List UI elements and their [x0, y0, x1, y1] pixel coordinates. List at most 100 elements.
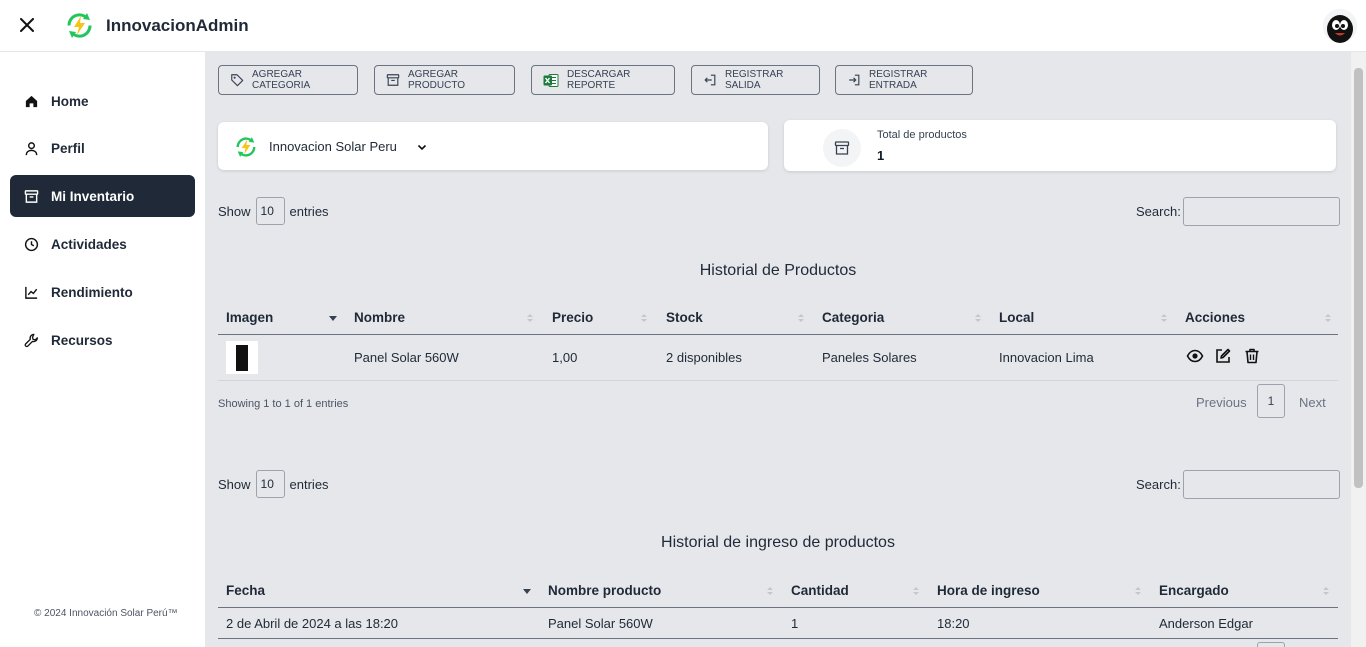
column-header-fecha[interactable]: Fecha [226, 574, 265, 607]
products-length-select[interactable]: 10 [255, 197, 285, 225]
column-header-acciones[interactable]: Acciones [1185, 301, 1245, 334]
registrar-salida-button[interactable]: REGISTRAR SALIDA [691, 65, 820, 95]
sidebar-item-label: Rendimiento [51, 284, 133, 300]
clock-icon [22, 235, 40, 253]
sort-icon [767, 587, 773, 595]
agregar-producto-button[interactable]: AGREGAR PRODUCTO [374, 65, 515, 95]
sidebar-item-recursos[interactable]: Recursos [10, 319, 195, 361]
brand-name: InnovacionAdmin [106, 16, 249, 35]
sort-icon [527, 314, 533, 322]
product-name-cell: Panel Solar 560W [354, 350, 459, 365]
ingreso-fecha-cell: 2 de Abril de 2024 a las 18:20 [226, 616, 399, 631]
avatar[interactable] [1323, 9, 1357, 43]
ingresos-length-select[interactable]: 10 [255, 470, 285, 498]
column-header-hora-de-ingreso[interactable]: Hora de ingreso [937, 574, 1040, 607]
product-stock-cell: 2 disponibles [666, 350, 742, 365]
sort-desc-icon [329, 316, 337, 321]
ingresos-search-input[interactable] [1182, 470, 1340, 499]
sidebar: Home Perfil Mi Inventario Actividades Re… [0, 52, 205, 647]
archive-icon [823, 129, 861, 167]
total-products-value: 1 [877, 148, 885, 163]
sort-icon [1323, 587, 1329, 595]
sidebar-item-label: Perfil [51, 140, 85, 156]
top-bar: InnovacionAdmin [0, 0, 1366, 52]
products-table-title: Historial de Productos [699, 262, 857, 279]
column-header-nombre[interactable]: Nombre [354, 301, 405, 334]
column-header-nombre-producto[interactable]: Nombre producto [548, 574, 661, 607]
button-label: REGISTRAR ENTRADA [869, 69, 928, 91]
sidebar-item-home[interactable]: Home [10, 80, 195, 122]
sidebar-item-rendimiento[interactable]: Rendimiento [10, 271, 195, 313]
registrar-entrada-button[interactable]: REGISTRAR ENTRADA [835, 65, 973, 95]
search-label: Search: [1136, 204, 1181, 219]
ingresos-table-title: Historial de ingreso de productos [661, 534, 895, 551]
column-header-cantidad[interactable]: Cantidad [791, 574, 849, 607]
products-search-input[interactable] [1182, 197, 1340, 226]
product-price-cell: 1,00 [552, 350, 578, 365]
eye-icon[interactable] [1186, 347, 1204, 365]
scrollbar[interactable] [1351, 52, 1366, 647]
product-local-cell: Innovacion Lima [999, 350, 1094, 365]
column-header-local[interactable]: Local [999, 301, 1034, 334]
chevron-down-icon[interactable] [415, 140, 429, 154]
column-header-precio[interactable]: Precio [552, 301, 593, 334]
ingresos-page-button[interactable] [1257, 642, 1285, 647]
ingresos-length-control: Show 10 entries [218, 470, 329, 498]
entries-label: entries [289, 203, 329, 219]
products-length-control: Show 10 entries [218, 197, 329, 225]
trash-icon[interactable] [1243, 347, 1261, 365]
sidebar-item-mi-inventario[interactable]: Mi Inventario [10, 175, 195, 217]
product-category-cell: Paneles Solares [822, 350, 917, 365]
edit-icon[interactable] [1214, 347, 1232, 365]
company-logo-icon [233, 134, 259, 160]
column-header-categoria[interactable]: Categoria [822, 301, 884, 334]
ingreso-hora-cell: 18:20 [937, 616, 970, 631]
column-header-encargado[interactable]: Encargado [1159, 574, 1229, 607]
sort-desc-icon [523, 589, 531, 594]
show-label: Show [218, 203, 251, 219]
close-icon[interactable] [16, 14, 38, 36]
copyright-text: © 2024 Innovación Solar Perú™ [34, 608, 178, 619]
table-row: Panel Solar 560W 1,00 2 disponibles Pane… [218, 335, 1338, 381]
ingresos-search-control: Search: [1136, 470, 1340, 499]
ingreso-cantidad-cell: 1 [791, 616, 799, 631]
products-table-info: Showing 1 to 1 of 1 entries [218, 398, 349, 410]
logout-icon [703, 72, 717, 88]
products-search-control: Search: [1136, 197, 1340, 226]
company-selector-card[interactable]: Innovacion Solar Peru [218, 122, 768, 170]
scrollbar-thumb[interactable] [1354, 68, 1363, 488]
sort-icon [1325, 314, 1331, 322]
company-name: Innovacion Solar Peru [269, 139, 397, 154]
sort-icon [1135, 587, 1141, 595]
button-label: REGISTRAR SALIDA [725, 69, 784, 91]
descargar-reporte-button[interactable]: DESCARGAR REPORTE [531, 65, 675, 95]
agregar-categoria-button[interactable]: AGREGAR CATEGORIA [218, 65, 358, 95]
previous-page-button[interactable]: Previous [1196, 395, 1247, 410]
brand-logo-icon [63, 9, 96, 42]
sidebar-item-actividades[interactable]: Actividades [10, 223, 195, 265]
column-header-imagen[interactable]: Imagen [226, 301, 273, 334]
archive-icon [386, 72, 400, 88]
page-button-1[interactable]: 1 [1257, 384, 1285, 418]
sidebar-item-label: Actividades [51, 236, 127, 252]
sidebar-item-label: Recursos [51, 332, 113, 348]
sort-icon [798, 314, 804, 322]
total-products-label: Total de productos [877, 129, 967, 141]
main-content: AGREGAR CATEGORIA AGREGAR PRODUCTO DESCA… [205, 52, 1351, 647]
next-page-button[interactable]: Next [1299, 395, 1326, 410]
sidebar-item-perfil[interactable]: Perfil [10, 127, 195, 169]
sort-icon [1161, 314, 1167, 322]
button-label: AGREGAR PRODUCTO [408, 69, 466, 91]
wrench-icon [22, 331, 40, 349]
ingreso-encargado-cell: Anderson Edgar [1159, 616, 1253, 631]
sort-icon [641, 314, 647, 322]
button-label: AGREGAR CATEGORIA [252, 69, 311, 91]
column-header-stock[interactable]: Stock [666, 301, 703, 334]
search-label: Search: [1136, 477, 1181, 492]
ingresos-table-header: Fecha Nombre producto Cantidad Hora de i… [218, 574, 1338, 608]
home-icon [22, 92, 40, 110]
user-icon [22, 139, 40, 157]
sidebar-item-label: Home [51, 93, 89, 109]
excel-icon [543, 72, 559, 88]
sidebar-item-label: Mi Inventario [51, 188, 135, 204]
